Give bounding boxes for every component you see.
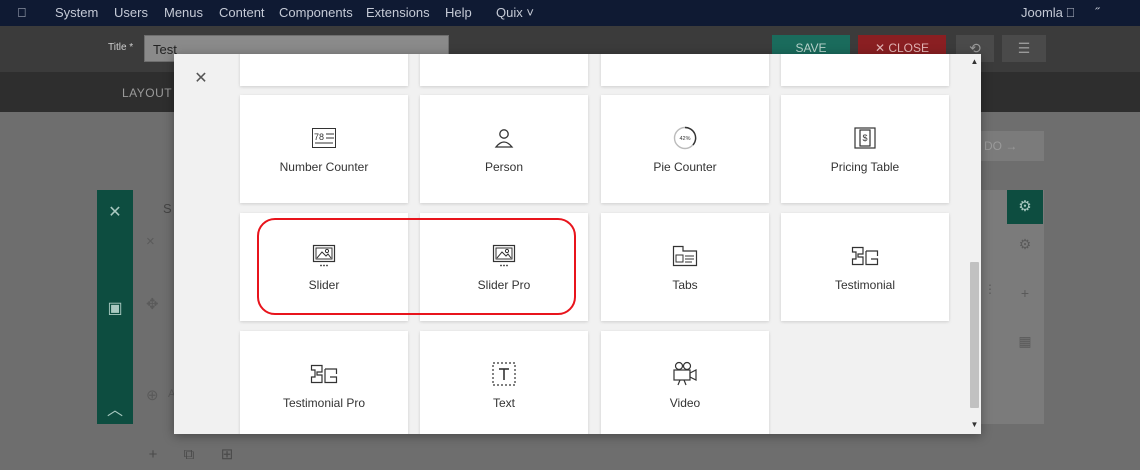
duplicate-icon[interactable]: ⧉ <box>176 443 202 467</box>
site-link[interactable]: Joomla ⎕ <box>1021 5 1074 21</box>
element-card-partial[interactable] <box>781 54 949 86</box>
element-card-pricing-table[interactable]: $ Pricing Table <box>781 95 949 203</box>
element-card-pie-counter[interactable]: 42% Pie Counter <box>601 95 769 203</box>
tab-layout[interactable]: LAYOUT <box>122 86 172 100</box>
scroll-down-icon[interactable]: ▼ <box>968 420 981 429</box>
modal-close-icon[interactable]: ✕ <box>192 70 210 88</box>
element-card-partial[interactable] <box>601 54 769 86</box>
scroll-up-icon[interactable]: ▲ <box>968 57 981 66</box>
add-section-icon[interactable]: + <box>140 443 166 467</box>
close-section-icon[interactable]: ✕ <box>97 202 133 222</box>
element-label: Testimonial <box>834 278 896 292</box>
element-label: Tabs <box>672 278 698 292</box>
testimonial-pro-icon <box>240 363 408 385</box>
menu-quix[interactable]: Quix ˅ <box>496 5 534 20</box>
collapse-section-icon[interactable]: ︿ <box>97 396 133 420</box>
menu-system[interactable]: System <box>55 5 98 20</box>
element-label: Number Counter <box>279 160 369 174</box>
element-label: Text <box>492 396 515 410</box>
menu-content[interactable]: Content <box>219 5 265 20</box>
menu-components[interactable]: Components <box>279 5 353 20</box>
menu-extensions[interactable]: Extensions <box>366 5 430 20</box>
drag-handle-icon[interactable]: ⋮ <box>984 282 996 296</box>
hamburger-icon: ☰ <box>1017 40 1031 56</box>
element-card-number-counter[interactable]: 78 Number Counter <box>240 95 408 203</box>
element-label: Person <box>484 160 524 174</box>
section-sidebar: ✕ ▣ ︿ <box>97 190 133 424</box>
title-label: Title * <box>108 42 134 53</box>
add-column-icon[interactable]: + <box>1010 285 1040 301</box>
column-toolbar <box>980 190 1044 424</box>
svg-text:$: $ <box>862 133 867 143</box>
element-card-tabs[interactable]: Tabs <box>601 213 769 321</box>
testimonial-icon <box>781 245 949 267</box>
menu-button[interactable]: ☰ <box>1002 35 1046 62</box>
element-card-partial[interactable] <box>240 54 408 86</box>
next-step-button[interactable]: DO → <box>980 131 1044 161</box>
annotation-highlight <box>257 218 576 315</box>
modal-scrollbar[interactable]: ▲ ▼ <box>968 54 981 434</box>
column-settings-icon[interactable]: ⚙ <box>1010 236 1040 253</box>
element-card-testimonial-pro[interactable]: Testimonial Pro <box>240 331 408 434</box>
add-template-icon[interactable]: ⊞ <box>214 443 240 467</box>
pie-counter-icon-text: 42% <box>679 136 690 142</box>
menu-users[interactable]: Users <box>114 5 148 20</box>
element-card-person[interactable]: Person <box>420 95 588 203</box>
element-card-text[interactable]: Text <box>420 331 588 434</box>
text-icon <box>420 362 588 386</box>
element-label: Video <box>669 396 701 410</box>
move-icon[interactable]: ✥ <box>146 295 159 313</box>
settings-icon[interactable]: ⚙ <box>1007 190 1043 224</box>
menu-help[interactable]: Help <box>445 5 472 20</box>
user-menu-icon[interactable]: ˝ <box>1095 5 1099 20</box>
element-card-partial[interactable] <box>420 54 588 86</box>
element-card-video[interactable]: Video <box>601 331 769 434</box>
tabs-icon <box>601 245 769 267</box>
element-card-testimonial[interactable]: Testimonial <box>781 213 949 321</box>
element-label: Testimonial Pro <box>282 396 366 410</box>
video-icon <box>601 361 769 386</box>
layout-grid-icon[interactable]: ▦ <box>1010 333 1040 350</box>
pricing-table-icon: $ <box>781 127 949 149</box>
section-label: S <box>163 201 172 216</box>
scrollbar-thumb[interactable] <box>970 262 979 408</box>
element-label: Pie Counter <box>653 160 717 174</box>
save-section-icon[interactable]: ▣ <box>97 298 133 318</box>
pie-counter-icon: 42% <box>601 126 769 150</box>
element-label: Pricing Table <box>830 160 900 174</box>
number-counter-icon-text: 78 <box>314 132 324 142</box>
remove-column-icon[interactable]: × <box>146 233 155 250</box>
joomla-menu-icon[interactable]: ⎕ <box>18 5 26 21</box>
menu-menus[interactable]: Menus <box>164 5 203 20</box>
add-row-icon[interactable]: ⊕ <box>146 386 159 404</box>
admin-topbar: ⎕ System Users Menus Content Components … <box>0 0 1140 26</box>
person-icon <box>420 127 588 149</box>
number-counter-icon: 78 <box>240 127 408 149</box>
